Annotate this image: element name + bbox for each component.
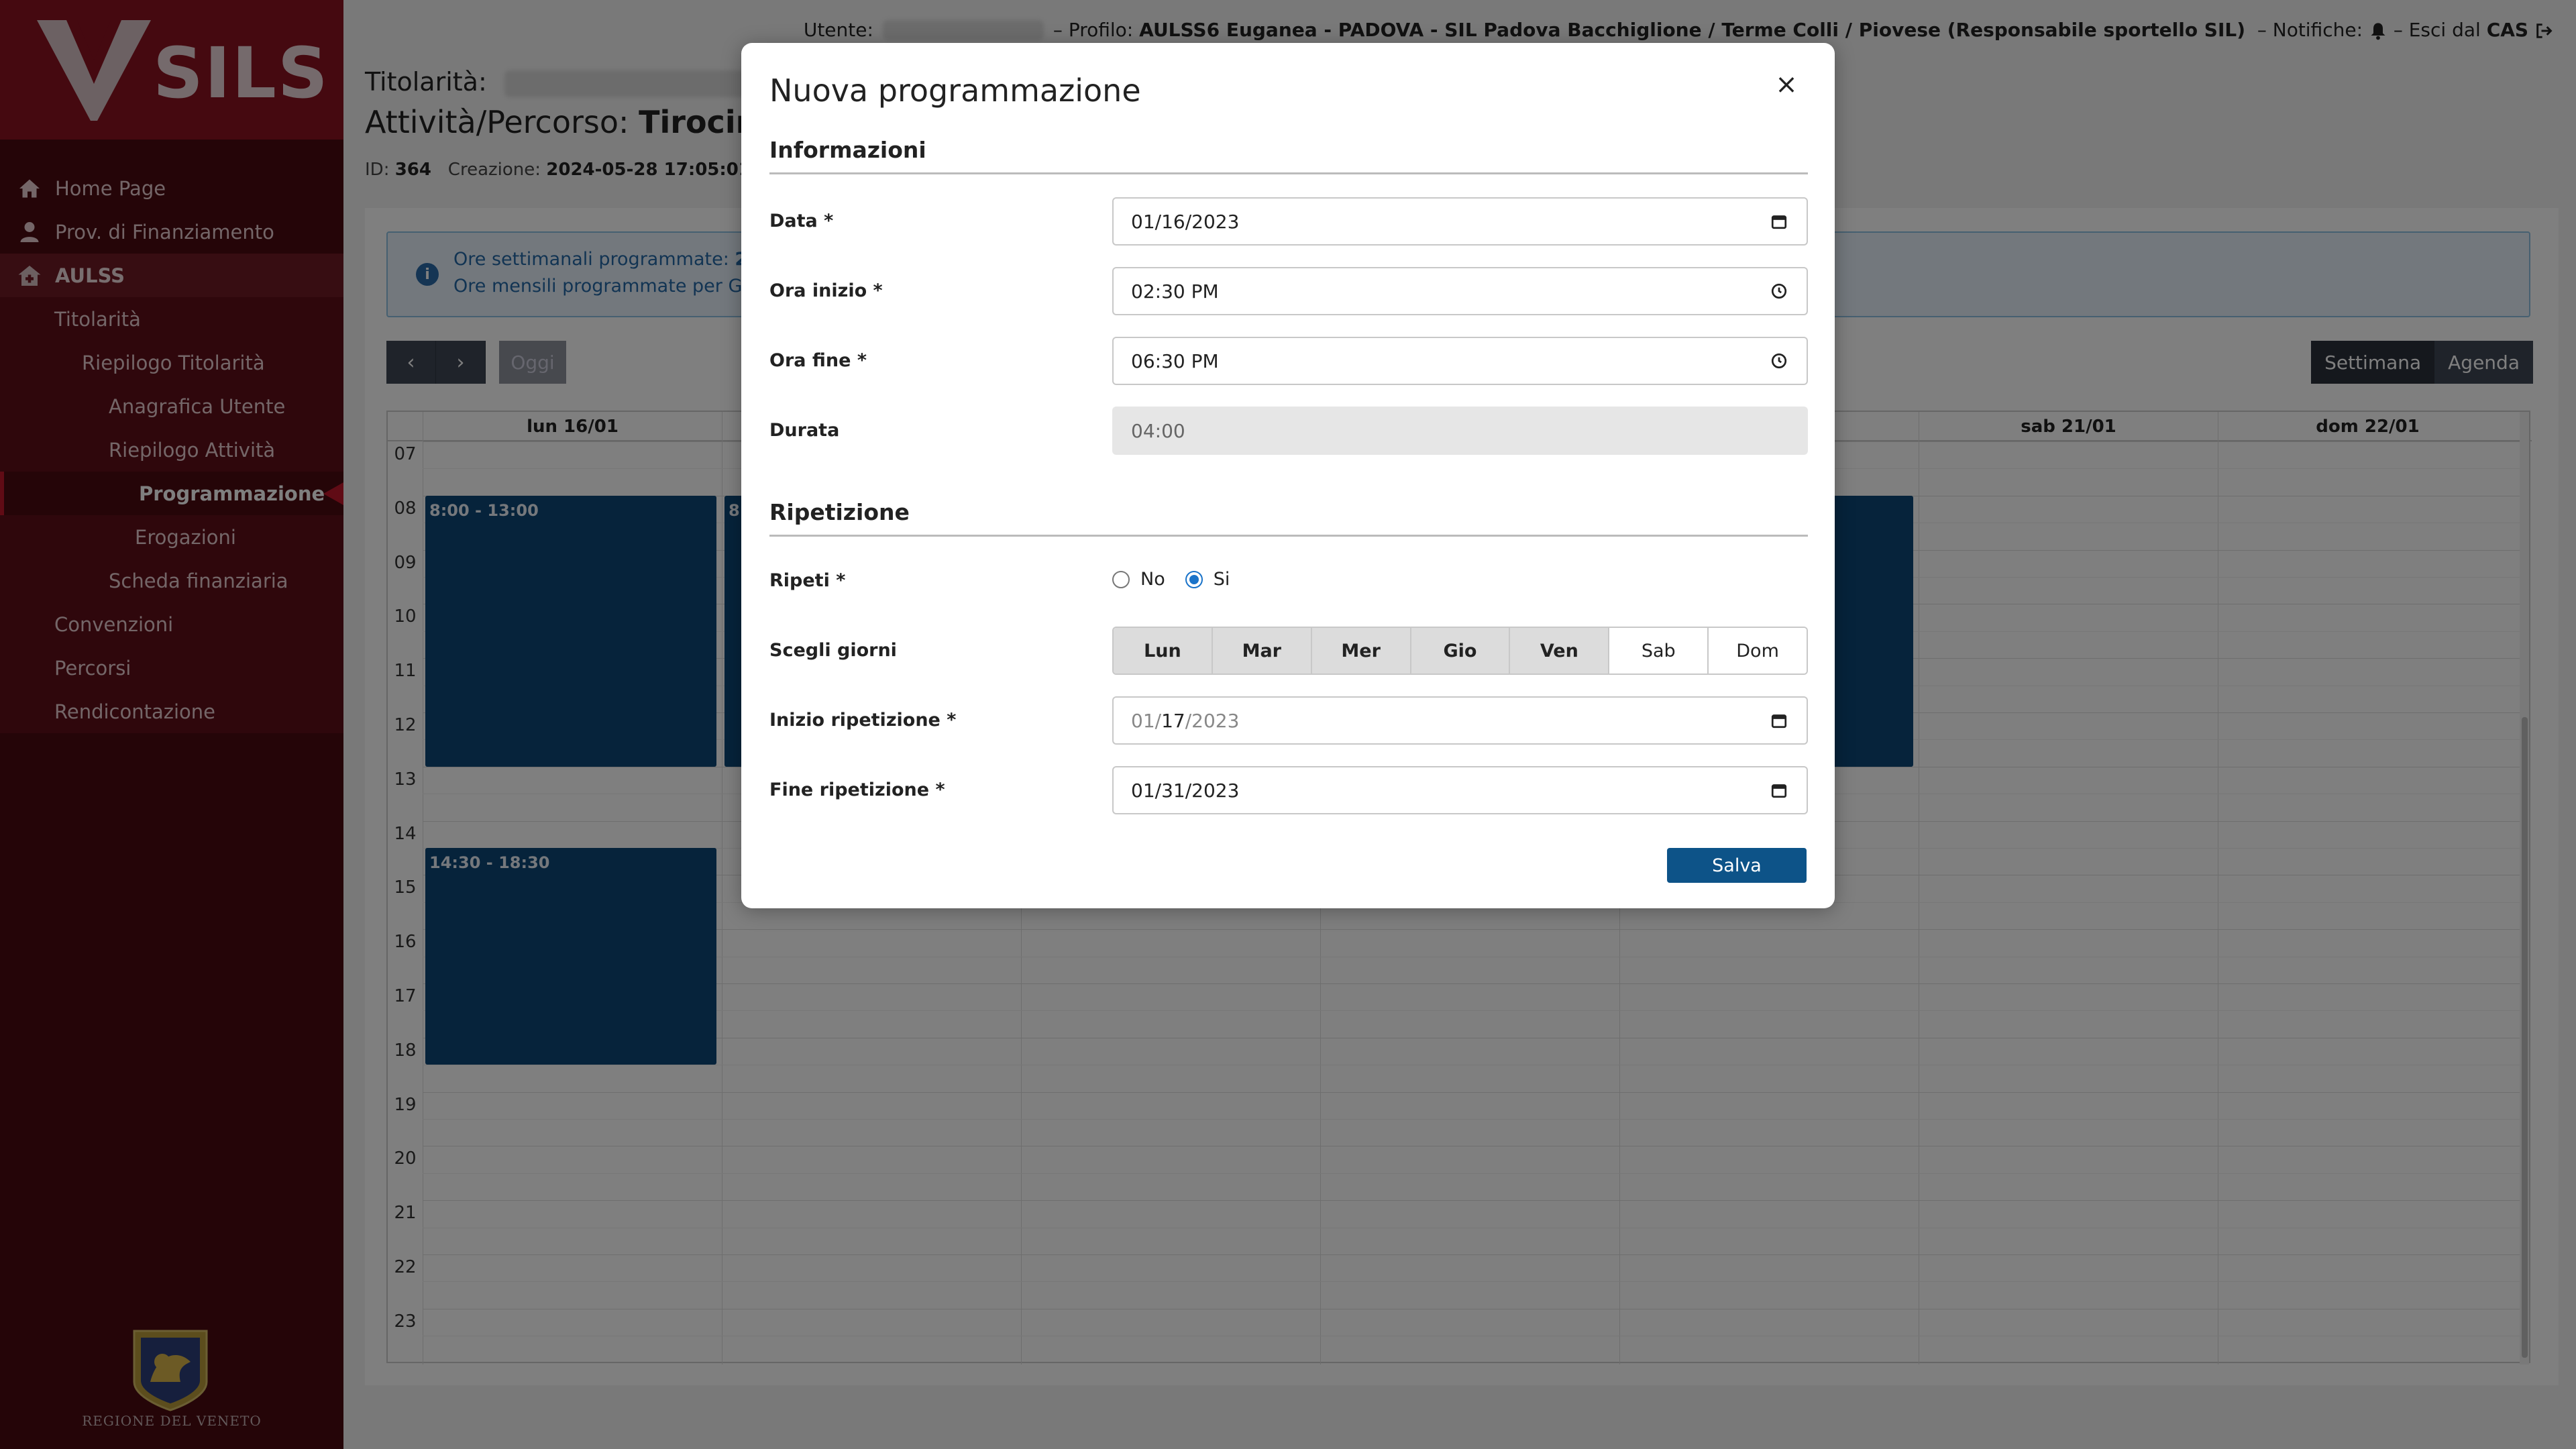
day-button-mar[interactable]: Mar	[1212, 628, 1312, 674]
fine-rip-value: 01/31/2023	[1131, 779, 1240, 802]
durata-value: 04:00	[1131, 419, 1185, 442]
ora-inizio-value: 02:30 PM	[1131, 280, 1219, 303]
ripeti-si-radio[interactable]	[1185, 570, 1203, 588]
ripeti-si-label[interactable]: Si	[1214, 569, 1230, 590]
day-button-sab[interactable]: Sab	[1609, 628, 1709, 674]
section-ripetizione: Ripetizione	[769, 499, 1808, 537]
section-informazioni: Informazioni	[769, 137, 1808, 174]
calendar-icon[interactable]	[1769, 780, 1789, 800]
ripeti-no-radio[interactable]	[1112, 570, 1130, 588]
day-button-gio[interactable]: Gio	[1411, 628, 1511, 674]
ora-inizio-label: Ora inizio *	[769, 280, 883, 301]
day-button-mer[interactable]: Mer	[1311, 628, 1411, 674]
day-button-dom[interactable]: Dom	[1709, 628, 1807, 674]
durata-field: 04:00	[1112, 407, 1808, 455]
ripeti-label: Ripeti *	[769, 570, 846, 591]
calendar-icon[interactable]	[1769, 710, 1789, 731]
ora-inizio-field[interactable]: 02:30 PM	[1112, 267, 1808, 315]
close-icon[interactable]: ×	[1773, 71, 1800, 98]
clock-icon[interactable]	[1769, 281, 1789, 301]
clock-icon[interactable]	[1769, 351, 1789, 371]
giorni-label: Scegli giorni	[769, 640, 897, 661]
inizio-rip-field[interactable]: 01/17/2023	[1112, 696, 1808, 745]
data-label: Data *	[769, 211, 834, 231]
day-button-ven[interactable]: Ven	[1510, 628, 1610, 674]
inizio-rip-year: /2023	[1185, 709, 1240, 732]
fine-rip-label: Fine ripetizione *	[769, 780, 945, 800]
ora-fine-value: 06:30 PM	[1131, 350, 1219, 372]
inizio-rip-value: 01/17/2023	[1131, 710, 1239, 732]
inizio-rip-day: 17	[1161, 709, 1185, 732]
data-field[interactable]: 01/16/2023	[1112, 197, 1808, 246]
durata-label: Durata	[769, 420, 840, 441]
ora-fine-field[interactable]: 06:30 PM	[1112, 337, 1808, 385]
modal-title: Nuova programmazione	[769, 72, 1141, 109]
ripeti-no-label[interactable]: No	[1140, 569, 1165, 590]
new-schedule-modal: Nuova programmazione × Informazioni Data…	[741, 43, 1835, 908]
inizio-rip-label: Inizio ripetizione *	[769, 710, 957, 731]
day-selector: Lun Mar Mer Gio Ven Sab Dom	[1112, 627, 1808, 675]
calendar-icon[interactable]	[1769, 211, 1789, 231]
ripeti-radio-group: No Si	[1112, 569, 1250, 590]
inizio-rip-month: 01/	[1131, 709, 1162, 732]
data-value: 01/16/2023	[1131, 210, 1240, 233]
ora-fine-label: Ora fine *	[769, 350, 867, 371]
save-button[interactable]: Salva	[1667, 848, 1807, 883]
day-button-lun[interactable]: Lun	[1114, 628, 1213, 674]
fine-rip-field[interactable]: 01/31/2023	[1112, 766, 1808, 814]
